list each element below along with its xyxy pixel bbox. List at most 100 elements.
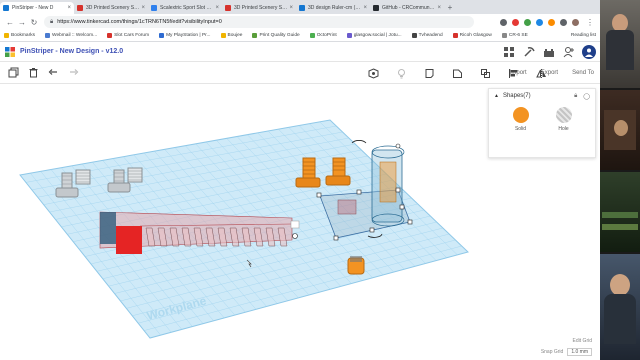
- close-tab-icon[interactable]: ×: [437, 5, 441, 11]
- bookmark-item[interactable]: Tvheadend: [411, 33, 443, 38]
- light-bulb-icon[interactable]: [394, 66, 408, 80]
- solid-label: Solid: [514, 126, 527, 132]
- bookmark-favicon-icon: [45, 33, 50, 38]
- bookmark-favicon-icon: [252, 33, 258, 38]
- close-tab-icon[interactable]: ×: [141, 5, 145, 11]
- reading-list-button[interactable]: Reading list: [571, 33, 596, 38]
- browser-tab[interactable]: PinStriper - New D ×: [0, 2, 74, 14]
- view-all-icon[interactable]: [366, 66, 380, 80]
- tab-label: Scalextric Sport Slot Car Tra: [160, 5, 213, 11]
- dimension-label: [290, 220, 300, 229]
- hole-option[interactable]: Hole: [555, 107, 572, 132]
- bookmark-favicon-icon: [346, 33, 352, 38]
- bookmark-item[interactable]: Bookmarks: [4, 33, 35, 38]
- bookmarks-bar: Bookmarks Webmail :: Welcom... Slot Cars F…: [0, 30, 600, 42]
- webcam-tile: [600, 254, 640, 360]
- url-input[interactable]: 🔒︎ https://www.tinkercad.com/things/1cTR…: [44, 16, 474, 28]
- forward-icon[interactable]: →: [16, 18, 28, 27]
- hole-swatch[interactable]: [555, 107, 572, 123]
- bookmark-item[interactable]: Boujee: [220, 33, 243, 38]
- bookmark-item[interactable]: CR-6 SE: [501, 33, 528, 38]
- new-tab-button[interactable]: +: [444, 2, 456, 14]
- redo-icon[interactable]: [66, 66, 80, 80]
- shapes-count-title: Shapes(7): [502, 93, 531, 99]
- light-bulb-icon[interactable]: ◯: [583, 93, 590, 100]
- browser-tab[interactable]: 3D Printed Scenery Show-C×: [222, 2, 296, 14]
- browser-tab[interactable]: GitHub - CRCommunity/CR×: [370, 2, 444, 14]
- copy-icon[interactable]: [6, 66, 20, 80]
- menu-dots-icon[interactable]: ⋮: [584, 18, 596, 27]
- webcam-tile: [600, 0, 640, 88]
- tinkercad-logo-icon[interactable]: [4, 46, 16, 58]
- bricks-icon[interactable]: [542, 45, 556, 59]
- bookmark-item[interactable]: Print Quality Guide: [252, 33, 300, 38]
- bookmark-label: Slot Cars Forum: [114, 33, 150, 38]
- solid-option[interactable]: Solid: [512, 107, 529, 132]
- move-handle[interactable]: [292, 233, 298, 239]
- extension-icon[interactable]: [512, 18, 519, 26]
- solid-swatch[interactable]: [512, 107, 529, 123]
- bookmark-label: CR-6 SE: [508, 33, 528, 38]
- bookmark-item[interactable]: Slot Cars Forum: [107, 33, 149, 38]
- back-icon[interactable]: ←: [4, 18, 16, 27]
- bookmark-item[interactable]: glasgow.social | Jotu...: [346, 33, 402, 38]
- reload-icon[interactable]: ↻: [28, 18, 40, 27]
- extension-icon[interactable]: [500, 18, 507, 26]
- bookmark-favicon-icon: [4, 33, 9, 38]
- browser-tab[interactable]: 3D Printed Scenery Show-C×: [74, 2, 148, 14]
- bookmark-label: My PlayStation | Pr...: [166, 33, 211, 38]
- profile-icon[interactable]: [572, 18, 579, 26]
- grey-spring-shape[interactable]: [75, 169, 91, 185]
- extension-icon[interactable]: [536, 18, 543, 26]
- orange-nut-shape[interactable]: [347, 256, 365, 275]
- browser-tab[interactable]: 3D design Ruler-cm (Finish×: [296, 2, 370, 14]
- editor-toolbar: Import Export Send To: [0, 62, 600, 84]
- note-icon[interactable]: [422, 66, 436, 80]
- shape-inspector-panel: ▲ Shapes(7) 🔒︎ ◯ Solid Hole: [488, 88, 596, 158]
- mirror-icon[interactable]: [534, 66, 548, 80]
- tab-label: 3D design Ruler-cm (Finish: [308, 5, 361, 11]
- lock-icon[interactable]: 🔒︎: [574, 93, 577, 100]
- snap-grid-select[interactable]: 1.0 mm: [567, 348, 592, 356]
- collapse-caret-icon[interactable]: ▲: [494, 93, 499, 99]
- shape-tools: [366, 66, 554, 80]
- grid-view-icon[interactable]: [502, 45, 516, 59]
- close-tab-icon[interactable]: ×: [215, 5, 219, 11]
- close-tab-icon[interactable]: ×: [289, 5, 293, 11]
- bookmark-item[interactable]: OctoPrint: [309, 33, 337, 38]
- close-tab-icon[interactable]: ×: [363, 5, 367, 11]
- undo-icon[interactable]: [46, 66, 60, 80]
- pickaxe-icon[interactable]: [522, 45, 536, 59]
- bookmark-item[interactable]: Ricoh Glasgow: [452, 33, 492, 38]
- group-icon[interactable]: [450, 66, 464, 80]
- bookmark-label: Boujee: [227, 33, 243, 38]
- address-bar-row: ← → ↻ 🔒︎ https://www.tinkercad.com/thing…: [0, 14, 600, 30]
- extension-icon[interactable]: [524, 18, 531, 26]
- height-handle[interactable]: [395, 143, 401, 149]
- send-to-button[interactable]: Send To: [572, 70, 594, 76]
- bookmark-item[interactable]: Webmail :: Welcom...: [45, 33, 97, 38]
- extension-icon[interactable]: [548, 18, 555, 26]
- grey-spring-shape[interactable]: [127, 167, 143, 183]
- puzzle-icon[interactable]: [560, 18, 567, 26]
- tab-favicon-icon: [77, 5, 83, 11]
- close-tab-icon[interactable]: ×: [67, 5, 71, 11]
- bookmark-label: glasgow.social | Jotu...: [353, 33, 402, 38]
- ungroup-icon[interactable]: [478, 66, 492, 80]
- bookmark-favicon-icon: [220, 33, 226, 38]
- avatar[interactable]: [582, 44, 596, 59]
- bookmark-item[interactable]: My PlayStation | Pr...: [159, 33, 211, 38]
- design-title[interactable]: PinStriper - New Design - v12.0: [20, 48, 123, 55]
- align-icon[interactable]: [506, 66, 520, 80]
- browser-tab[interactable]: Scalextric Sport Slot Car Tra×: [148, 2, 222, 14]
- bookmark-label: Print Quality Guide: [259, 33, 300, 38]
- edit-grid-button[interactable]: Edit Grid: [573, 338, 592, 344]
- bookmark-favicon-icon: [309, 33, 315, 38]
- url-text: https://www.tinkercad.com/things/1cTRN6T…: [57, 19, 222, 25]
- webcam-tile: [600, 172, 640, 252]
- delete-icon[interactable]: [26, 66, 40, 80]
- snap-grid-label: Snap Grid: [540, 349, 564, 355]
- add-user-icon[interactable]: [562, 45, 576, 59]
- bookmark-label: Webmail :: Welcom...: [52, 33, 98, 38]
- tab-favicon-icon: [225, 5, 231, 11]
